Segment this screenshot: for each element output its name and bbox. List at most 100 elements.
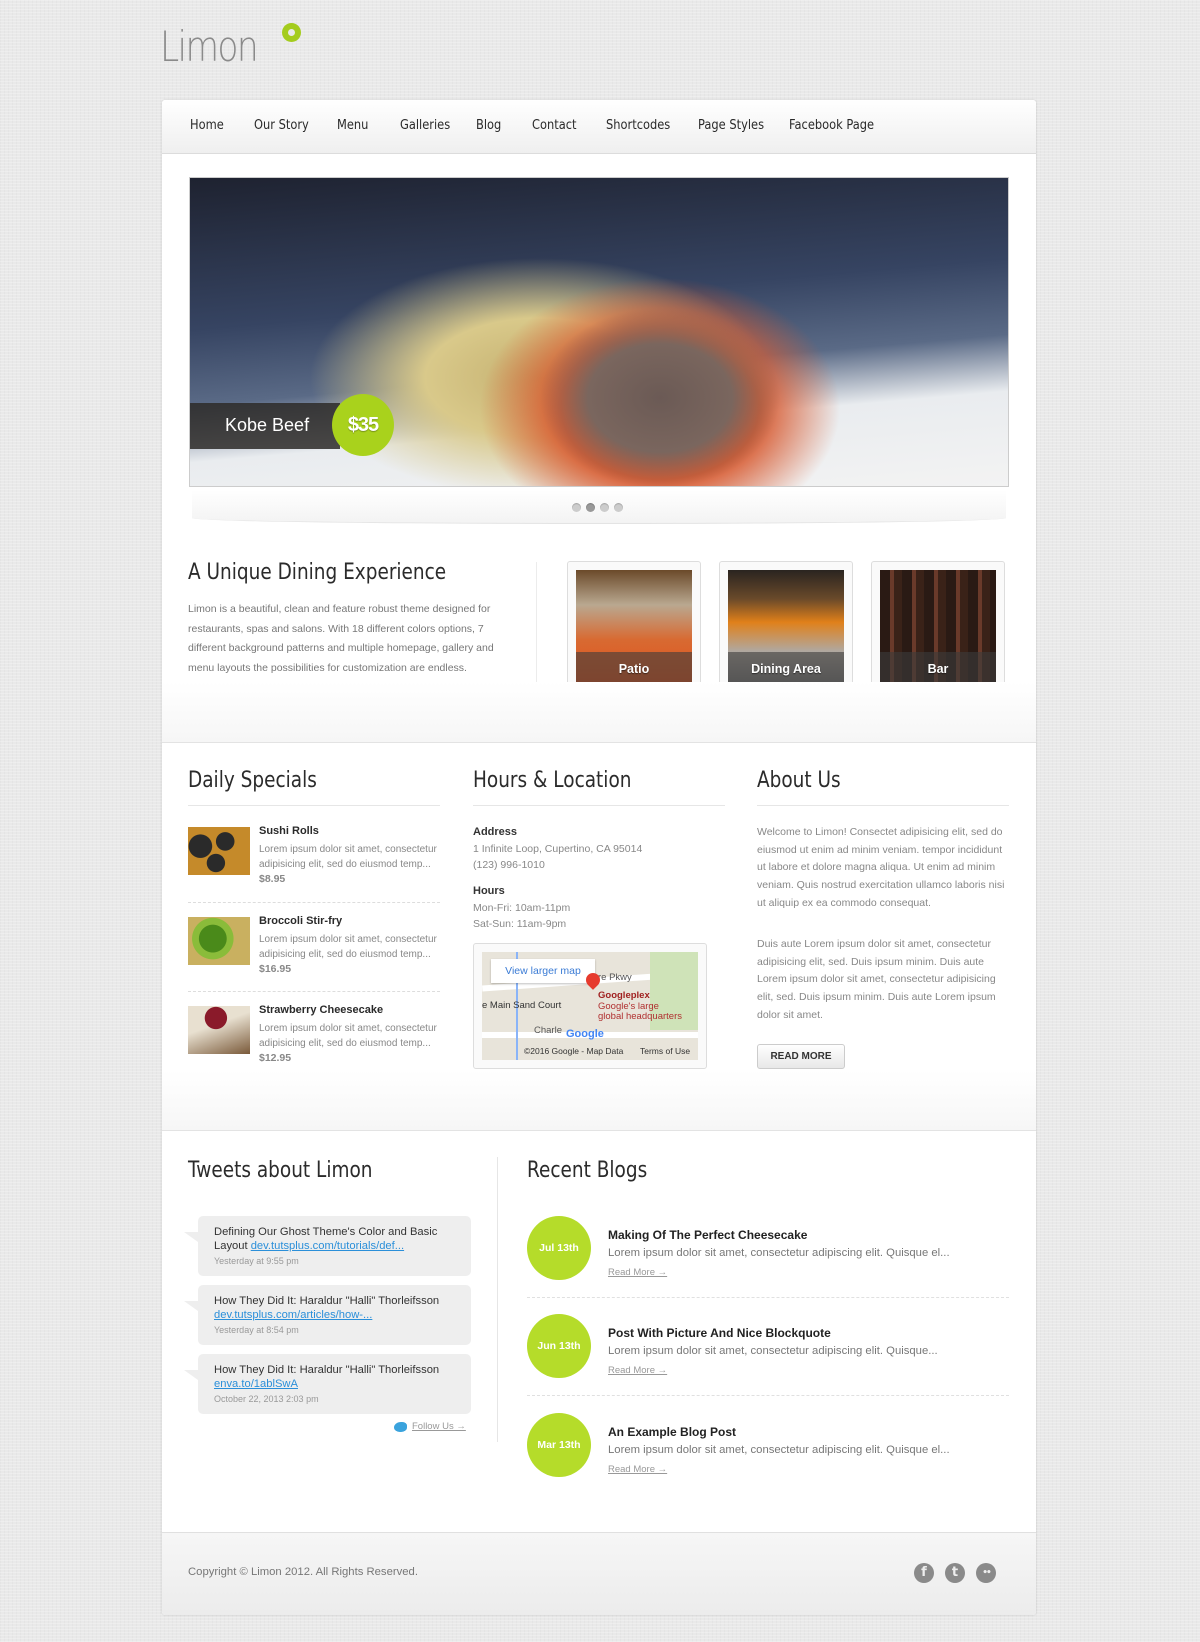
about-para-1: Welcome to Limon! Consectet adipisicing … [757, 826, 1005, 909]
section-band [162, 1070, 1036, 1130]
tweet-item: How They Did It: Haraldur "Halli" Thorle… [184, 1285, 471, 1345]
title-rule [473, 805, 725, 806]
nav-blog[interactable]: Blog [476, 118, 501, 133]
map-terms-link[interactable]: Terms of Use [640, 1046, 690, 1056]
tweet-link[interactable]: dev.tutsplus.com/tutorials/def... [251, 1240, 404, 1252]
dining-area-image: Dining Area [728, 570, 844, 686]
blog-read-more-link[interactable]: Read More → [608, 1267, 667, 1278]
tweet-text: How They Did It: Haraldur "Halli" Thorle… [214, 1295, 455, 1322]
map-place-desc: global headquarters [598, 1011, 682, 1022]
nav-shortcodes[interactable]: Shortcodes [606, 118, 670, 133]
map-street: e Main Sand Court [482, 1000, 562, 1011]
dashed-divider [527, 1297, 1009, 1298]
map-canvas[interactable]: View larger map re Pkwy e Main Sand Cour… [482, 952, 698, 1060]
tweet-item: Defining Our Ghost Theme's Color and Bas… [184, 1216, 471, 1276]
blog-excerpt: Lorem ipsum dolor sit amet, consectetur … [608, 1247, 950, 1259]
about-para-2: Duis aute Lorem ipsum dolor sit amet, co… [757, 938, 996, 1021]
blog-read-more-link[interactable]: Read More → [608, 1464, 667, 1475]
tumblr-icon[interactable]: t [945, 1563, 965, 1583]
facebook-icon[interactable]: f [914, 1563, 934, 1583]
blog-date-badge: Jul 13th [527, 1216, 591, 1280]
special-item[interactable]: Strawberry Cheesecake Lorem ipsum dolor … [188, 1004, 440, 1074]
blog-date-badge: Jun 13th [527, 1314, 591, 1378]
tweet-time: Yesterday at 8:54 pm [214, 1325, 299, 1335]
site-logo[interactable]: Limon [160, 22, 259, 71]
special-price: $16.95 [259, 963, 292, 975]
tweet-text: Defining Our Ghost Theme's Color and Bas… [214, 1226, 455, 1253]
dashed-divider [527, 1395, 1009, 1396]
blog-title[interactable]: An Example Blog Post [608, 1425, 736, 1439]
tile-label: Patio [576, 652, 692, 686]
special-desc: Lorem ipsum dolor sit amet, consectetur … [259, 1023, 437, 1049]
tweet-text: How They Did It: Haraldur "Halli" Thorle… [214, 1364, 455, 1391]
patio-image: Patio [576, 570, 692, 686]
special-name: Sushi Rolls [259, 825, 319, 837]
read-more-button[interactable]: READ MORE [757, 1044, 845, 1069]
tweet-time: October 22, 2013 2:03 pm [214, 1394, 319, 1404]
hero-slider[interactable]: Kobe Beef $35 [189, 177, 1009, 487]
nav-contact[interactable]: Contact [532, 118, 577, 133]
view-larger-map-button[interactable]: View larger map [491, 959, 595, 983]
gallery-tile-patio[interactable]: Patio [567, 561, 701, 695]
blog-title[interactable]: Post With Picture And Nice Blockquote [608, 1326, 831, 1340]
nav-page-styles[interactable]: Page Styles [698, 118, 764, 133]
nav-facebook-page[interactable]: Facebook Page [789, 118, 874, 133]
section-band [162, 682, 1036, 742]
follow-us-link[interactable]: Follow Us → [394, 1421, 466, 1432]
gallery-tile-dining-area[interactable]: Dining Area [719, 561, 853, 695]
intro-text: Limon is a beautiful, clean and feature … [188, 603, 494, 674]
section-divider [162, 1130, 1036, 1131]
main-nav: Home Our Story Menu Galleries Blog Conta… [162, 100, 1036, 154]
flickr-icon[interactable]: •• [976, 1563, 996, 1583]
special-item[interactable]: Broccoli Stir-fry Lorem ipsum dolor sit … [188, 915, 440, 985]
blog-excerpt: Lorem ipsum dolor sit amet, consectetur … [608, 1444, 950, 1456]
slider-dot-1[interactable] [572, 503, 581, 512]
slider-dot-4[interactable] [614, 503, 623, 512]
map-street: Charle [534, 1025, 562, 1036]
tweet-link[interactable]: enva.to/1ablSwA [214, 1378, 298, 1390]
about-title: About Us [757, 768, 841, 793]
google-logo: Google [566, 1028, 604, 1040]
special-desc: Lorem ipsum dolor sit amet, consectetur … [259, 844, 437, 870]
special-price: $8.95 [259, 873, 286, 885]
tweet-body: How They Did It: Haraldur "Halli" Thorle… [214, 1364, 440, 1376]
follow-us-label: Follow Us → [412, 1421, 466, 1432]
weekend-hours: Sat-Sun: 11am-9pm [473, 918, 567, 930]
title-rule [188, 805, 440, 806]
tweet-time: Yesterday at 9:55 pm [214, 1256, 299, 1266]
column-divider [497, 1157, 498, 1442]
address-label: Address [473, 826, 518, 838]
blog-read-more-link[interactable]: Read More → [608, 1365, 667, 1376]
special-price: $12.95 [259, 1052, 292, 1064]
special-name: Strawberry Cheesecake [259, 1004, 384, 1016]
intro-title: A Unique Dining Experience [188, 560, 447, 585]
slide-caption: Kobe Beef [225, 415, 310, 435]
special-item[interactable]: Sushi Rolls Lorem ipsum dolor sit amet, … [188, 825, 440, 895]
tweet-link[interactable]: dev.tutsplus.com/articles/how-... [214, 1309, 372, 1321]
slider-dot-3[interactable] [600, 503, 609, 512]
nav-galleries[interactable]: Galleries [400, 118, 450, 133]
slider-dot-2[interactable] [586, 503, 595, 512]
blog-excerpt: Lorem ipsum dolor sit amet, consectetur … [608, 1345, 938, 1357]
tweet-item: How They Did It: Haraldur "Halli" Thorle… [184, 1354, 471, 1414]
slider-pagination [572, 503, 623, 512]
map-place-name: Googleplex [598, 990, 650, 1001]
map-embed[interactable]: View larger map re Pkwy e Main Sand Cour… [473, 943, 707, 1069]
logo-lime-icon [282, 23, 301, 42]
blog-item: Jul 13th Making Of The Perfect Cheesecak… [527, 1216, 1009, 1296]
section-divider [162, 742, 1036, 743]
nav-home[interactable]: Home [190, 118, 224, 133]
map-street: re Pkwy [598, 972, 632, 983]
dashed-divider [188, 902, 440, 903]
blog-title[interactable]: Making Of The Perfect Cheesecake [608, 1228, 807, 1242]
gallery-tile-bar[interactable]: Bar [871, 561, 1005, 695]
blog-date-badge: Mar 13th [527, 1413, 591, 1477]
nav-menu[interactable]: Menu [337, 118, 368, 133]
page-container: Home Our Story Menu Galleries Blog Conta… [162, 100, 1036, 1615]
nav-our-story[interactable]: Our Story [254, 118, 309, 133]
hours-label: Hours [473, 885, 505, 897]
tile-label: Dining Area [728, 652, 844, 686]
broccoli-image [188, 917, 250, 965]
phone-text: (123) 996-1010 [473, 859, 545, 871]
special-name: Broccoli Stir-fry [259, 915, 343, 927]
